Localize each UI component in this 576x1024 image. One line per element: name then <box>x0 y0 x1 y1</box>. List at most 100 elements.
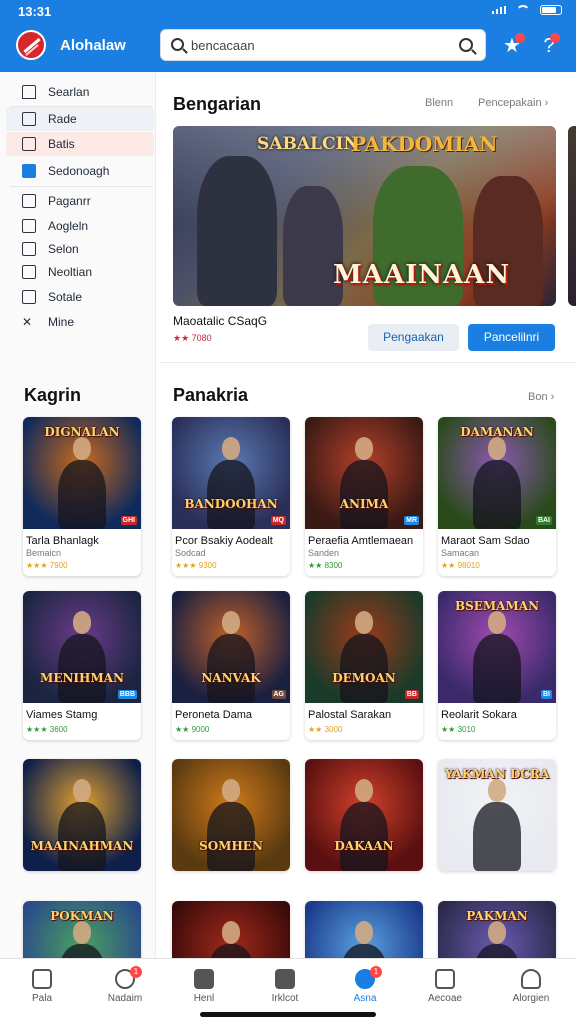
featured-banner[interactable]: SABALCIN PAKDOMIAN MAAINAAN <box>173 126 556 306</box>
list-icon <box>22 242 36 256</box>
game-name: Viames Stamg <box>26 709 98 721</box>
game-card[interactable]: ANIMA MR Peraefia Amtlemaean Sanden ★★ 8300 <box>305 417 423 576</box>
search-placeholder: bencacaan <box>191 38 255 53</box>
thumbnail-title: NANVAK <box>201 671 261 685</box>
game-card[interactable]: DAKAAN <box>305 759 423 871</box>
search-icon <box>171 38 184 51</box>
thumbnail-title: BSEMAMAN <box>454 599 540 613</box>
status-icons <box>492 5 562 15</box>
sidebar-item-sedonoagh[interactable]: Sedonoagh <box>6 159 154 183</box>
nav-item-henl[interactable]: Henl <box>164 969 244 1004</box>
sidebar-item-paganrr[interactable]: Paganrr <box>6 189 154 213</box>
help-icon[interactable]: ? <box>536 33 562 59</box>
sidebar-item-searlan[interactable]: Searlan <box>6 80 154 104</box>
checkbox-icon <box>22 164 36 178</box>
game-card[interactable]: NANVAK AG Peroneta Dama ★★ 9000 <box>172 591 290 740</box>
character-head <box>487 779 507 802</box>
details-button[interactable]: Pengaakan <box>368 324 459 351</box>
nav-label: Asna <box>353 993 377 1004</box>
game-card[interactable]: SOMHEN <box>172 759 290 871</box>
game-card[interactable]: DAMANAN BAI Maraot Sam Sdao Samacan ★★ 98010 <box>438 417 556 576</box>
thumbnail-title: MENIHMAN <box>40 671 124 685</box>
nav-label: Nadaim <box>107 993 143 1004</box>
nav-label: Henl <box>193 993 215 1004</box>
character-head <box>72 437 92 460</box>
notification-dot <box>515 33 525 43</box>
character-head <box>487 611 507 634</box>
game-thumbnail: DEMOAN BB <box>305 591 423 703</box>
bag-icon <box>194 969 214 989</box>
character-head <box>354 611 374 634</box>
game-thumbnail: SOMHEN <box>172 759 290 871</box>
banner-text: SABALCIN <box>257 134 359 154</box>
sidebar-item-sotale[interactable]: Sotale <box>6 285 154 309</box>
chevron-right-icon: › <box>544 97 549 109</box>
square-icon <box>22 290 36 304</box>
featured-game-name: Maoatalic CSaqG <box>173 314 268 328</box>
character-figure <box>473 801 521 871</box>
character-figure <box>473 459 521 529</box>
nav-badge: 1 <box>370 966 382 978</box>
chevron-right-icon: › <box>550 391 555 403</box>
character-head <box>221 779 241 802</box>
character-head <box>354 779 374 802</box>
game-name: Peraefia Amtlemaean <box>308 535 414 547</box>
section-title-kagrin: Kagrin <box>24 385 82 405</box>
next-banner-peek[interactable] <box>568 126 576 306</box>
star-icon[interactable]: ★ <box>499 33 525 59</box>
nav-label: Irklcot <box>271 993 299 1004</box>
game-card[interactable]: BANDOOHAN MQ Pcor Bsakiy Aodealt Sodcad ★★★ … <box>172 417 290 576</box>
see-more-link[interactable]: Bon › <box>528 391 554 403</box>
thumbnail-title: DAKAAN <box>334 839 394 853</box>
install-button[interactable]: Pancelilnri <box>468 324 555 351</box>
nav-item-alorgien[interactable]: Alorgien <box>491 969 571 1004</box>
nav-item-aecoae[interactable]: Aecoae <box>405 969 485 1004</box>
game-card[interactable]: DIGNALAN GHI Tarla Bhanlagk Bemaicn ★★★ 7900 <box>23 417 141 576</box>
nav-item-asna[interactable]: 1 Asna <box>325 966 405 1004</box>
sidebar-item-mine[interactable]: ✕ Mine <box>6 310 154 334</box>
section-title-panakria: Panakria <box>173 385 249 405</box>
grid-icon <box>22 112 36 126</box>
character-figure <box>58 633 106 703</box>
game-developer: Bemaicn <box>26 548 62 558</box>
sidebar-item-neoltian[interactable]: Neoltian <box>6 260 154 284</box>
home-icon <box>32 969 52 989</box>
compass-icon: 1 <box>355 966 382 989</box>
game-card[interactable]: YAKMAN DCRA <box>438 759 556 871</box>
sidebar-item-selon[interactable]: Selon <box>6 237 154 261</box>
game-rating: ★★ 9000 <box>175 725 210 734</box>
nav-item-pala[interactable]: Pala <box>2 969 82 1004</box>
game-card[interactable]: MAAINAHMAN <box>23 759 141 871</box>
game-name: Maraot Sam Sdao <box>441 535 530 547</box>
age-rating-badge: MR <box>404 516 419 525</box>
sidebar-item-batis[interactable]: Batis <box>6 132 154 156</box>
game-name: Reolarit Sokara <box>441 709 517 721</box>
age-rating-badge: BAI <box>535 516 552 525</box>
thumbnail-title: DEMOAN <box>332 671 396 685</box>
game-thumbnail: BANDOOHAN MQ <box>172 417 290 529</box>
character-figure <box>340 801 388 871</box>
game-rating: ★★ 3010 <box>441 725 476 734</box>
thumbnail-title: DIGNALAN <box>44 425 120 439</box>
sidebar-item-label: Sotale <box>48 290 83 304</box>
sidebar-item-aogleln[interactable]: Aogleln <box>6 214 154 238</box>
sidebar-item-rade[interactable]: Rade <box>6 107 154 131</box>
sidebar-item-label: Rade <box>48 112 77 126</box>
status-time: 13:31 <box>18 4 52 19</box>
nav-item-nadaim[interactable]: 1 Nadaim <box>85 966 165 1004</box>
featured-title: Bengarian <box>173 94 262 114</box>
search-input[interactable]: bencacaan <box>160 29 486 61</box>
character-figure <box>58 459 106 529</box>
game-thumbnail: MAAINAHMAN <box>23 759 141 871</box>
search-submit-icon[interactable] <box>459 38 473 52</box>
nav-item-irklcot[interactable]: Irklcot <box>245 969 325 1004</box>
featured-link-1[interactable]: Blenn <box>425 97 453 109</box>
game-card[interactable]: BSEMAMAN BI Reolarit Sokara ★★ 3010 <box>438 591 556 740</box>
character-head <box>72 921 92 944</box>
game-card[interactable]: MENIHMAN BBB Viames Stamg ★★★ 3600 <box>23 591 141 740</box>
featured-link-2[interactable]: Pencepakain › <box>478 97 548 109</box>
game-card[interactable]: DEMOAN BB Palostal Sarakan ★★ 3000 <box>305 591 423 740</box>
character-figure <box>340 459 388 529</box>
app-logo-icon[interactable] <box>16 30 46 60</box>
character-head <box>487 921 507 944</box>
